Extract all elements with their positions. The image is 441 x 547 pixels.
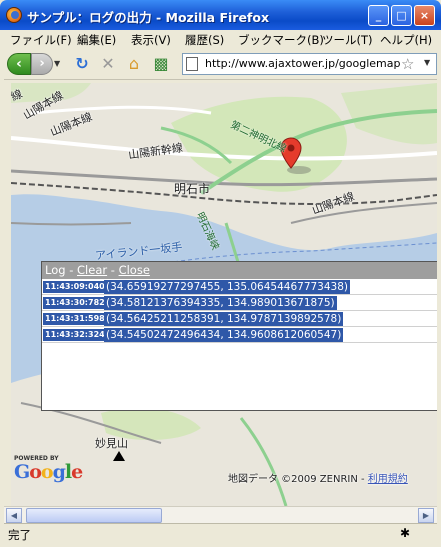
bookmark-star-icon[interactable]: ☆	[401, 55, 414, 73]
scroll-thumb[interactable]	[26, 508, 162, 523]
url-dropdown-icon[interactable]: ▼	[424, 58, 430, 67]
chevron-down-icon: ▼	[54, 59, 61, 68]
forward-arrow-icon: ›	[39, 56, 45, 71]
log-coordinates: (34.56425211258391, 134.9787139892578)	[104, 312, 344, 326]
back-arrow-icon: ‹	[16, 56, 22, 72]
menu-file[interactable]: ファイル(F)	[10, 32, 72, 48]
menu-bookmarks[interactable]: ブックマーク(B)	[238, 32, 324, 48]
log-panel: Log - Clear - Close 11:43:09:040 (34.659…	[41, 261, 437, 411]
scroll-right-button[interactable]: ▶	[418, 508, 434, 523]
url-text[interactable]: http://www.ajaxtower.jp/googlemap	[205, 57, 403, 70]
terms-link[interactable]: 利用規約	[368, 474, 408, 485]
menu-edit[interactable]: 編集(E)	[77, 32, 116, 48]
menu-view[interactable]: 表示(V)	[131, 32, 171, 48]
map-copyright: 地図データ ©2009 ZENRIN - 利用規約	[228, 474, 408, 485]
log-timestamp: 11:43:09:040	[43, 281, 107, 293]
google-logo[interactable]: POWERED BY Google	[14, 455, 83, 483]
log-coordinates: (34.58121376394335, 134.989013671875)	[104, 296, 337, 310]
minimize-button[interactable]: _	[368, 5, 389, 26]
page-icon	[186, 57, 198, 71]
addon-status-icon[interactable]: ✱	[400, 526, 410, 540]
status-bar: 完了 ✱	[4, 523, 437, 543]
horizontal-scrollbar[interactable]: ◀ ▶	[4, 506, 437, 523]
home-icon[interactable]: ⌂	[123, 53, 145, 75]
log-entry: 11:43:30:782 (34.58121376394335, 134.989…	[42, 295, 437, 311]
scroll-left-button[interactable]: ◀	[6, 508, 22, 523]
map-label-city: 明石市	[174, 182, 211, 196]
log-timestamp: 11:43:31:598	[43, 313, 107, 325]
menu-help[interactable]: ヘルプ(H)	[380, 32, 432, 48]
log-entry: 11:43:31:598 (34.56425211258391, 134.978…	[42, 311, 437, 327]
log-header: Log - Clear - Close	[42, 262, 437, 279]
back-button[interactable]: ‹	[7, 53, 31, 75]
menu-tools[interactable]: ツール(T)	[322, 32, 373, 48]
forward-button[interactable]: ›	[31, 53, 53, 75]
close-link[interactable]: Close	[119, 263, 150, 277]
log-timestamp: 11:43:32:324	[43, 329, 107, 341]
log-entry: 11:43:32:324 (34.54502472496434, 134.960…	[42, 327, 437, 343]
window-title: サンプル：ログの出力 - Mozilla Firefox	[27, 10, 270, 25]
log-coordinates: (34.65919277297455, 135.06454467773438)	[104, 280, 350, 294]
log-entry: 11:43:09:040 (34.65919277297455, 135.064…	[42, 279, 437, 295]
reload-icon[interactable]: ↻	[71, 53, 93, 75]
history-dropdown-button[interactable]: ▼	[54, 53, 64, 75]
log-title: Log	[45, 263, 66, 277]
navigation-toolbar: ‹ › ▼ ↻ ✕ ⌂ ▩ http://www.ajaxtower.jp/go…	[4, 50, 437, 80]
addon-icon[interactable]: ▩	[150, 53, 172, 75]
menu-history[interactable]: 履歴(S)	[185, 32, 224, 48]
title-bar: サンプル：ログの出力 - Mozilla Firefox _ □ ×	[0, 0, 441, 30]
log-coordinates: (34.54502472496434, 134.9608612060547)	[104, 328, 344, 342]
firefox-icon	[6, 7, 22, 23]
log-timestamp: 11:43:30:782	[43, 297, 107, 309]
menu-bar: ファイル(F) 編集(E) 表示(V) 履歴(S) ブックマーク(B) ツール(…	[4, 30, 437, 50]
map-content[interactable]: 線 山陽本線 山陽本線 山陽新幹線 第二神明北線 明石市 山陽本線 明石海峡 ア…	[11, 83, 437, 506]
clear-link[interactable]: Clear	[77, 263, 107, 277]
maximize-button[interactable]: □	[391, 5, 412, 26]
stop-icon[interactable]: ✕	[97, 53, 119, 75]
url-bar[interactable]: http://www.ajaxtower.jp/googlemap ☆ ▼	[182, 53, 437, 75]
close-window-button[interactable]: ×	[414, 5, 435, 26]
status-text: 完了	[8, 528, 31, 542]
road	[11, 222, 132, 226]
map-label-mountain: 妙見山	[95, 437, 128, 450]
google-wordmark: Google	[14, 461, 83, 483]
